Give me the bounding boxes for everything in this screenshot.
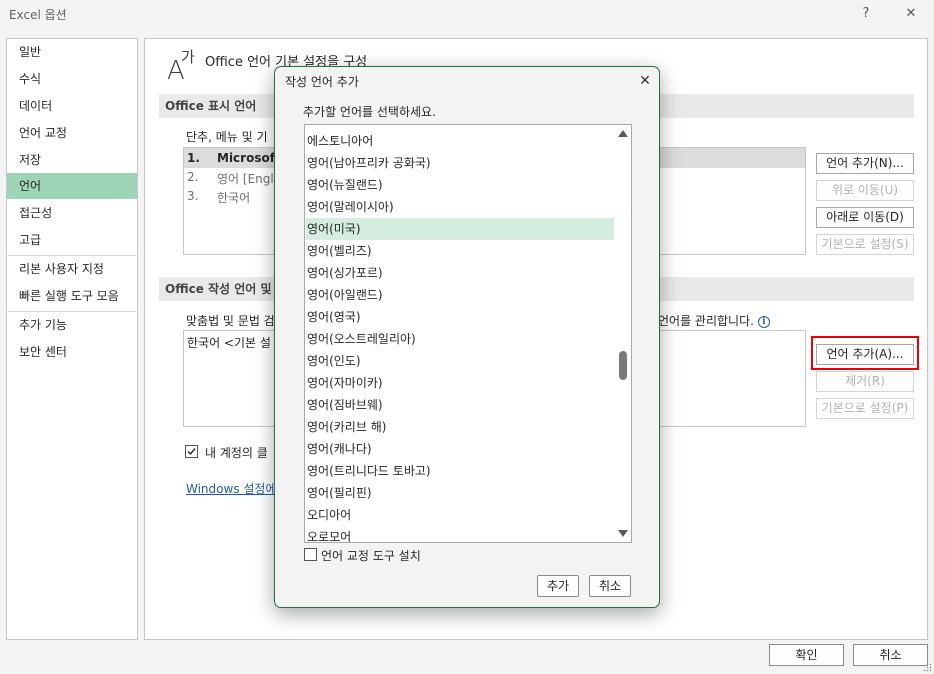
language-list-item[interactable]: 영어(미국) bbox=[306, 218, 614, 240]
sidebar: 일반 수식 데이터 언어 교정 저장 언어 접근성 고급 리본 사용자 지정 빠… bbox=[6, 38, 138, 640]
list-item-number: 2. bbox=[187, 170, 199, 184]
language-list-item[interactable]: 오로모어 bbox=[306, 526, 614, 542]
remove-language-button[interactable]: 제거(R) bbox=[816, 371, 914, 392]
list-item[interactable]: 한국어 <기본 설 bbox=[187, 334, 271, 351]
list-item[interactable]: Microsoft bbox=[217, 151, 281, 165]
language-list-item[interactable]: 영어(필리핀) bbox=[306, 482, 614, 504]
language-list-item[interactable]: 영어(짐바브웨) bbox=[306, 394, 614, 416]
svg-text:가: 가 bbox=[181, 48, 195, 66]
sidebar-item-accessibility[interactable]: 접근성 bbox=[7, 200, 137, 226]
cancel-button[interactable]: 취소 bbox=[853, 644, 928, 666]
list-item[interactable]: 한국어 bbox=[217, 189, 250, 206]
authoring-caption-right: 언어를 관리합니다. i bbox=[658, 312, 770, 329]
language-list-item[interactable]: 영어(싱가포르) bbox=[306, 262, 614, 284]
account-sync-checkbox[interactable] bbox=[185, 445, 198, 458]
window-close-icon[interactable]: ✕ bbox=[897, 3, 925, 25]
account-sync-label: 내 계정의 클 bbox=[205, 446, 268, 460]
dialog-title: 작성 언어 추가 bbox=[285, 75, 359, 89]
install-proofing-checkbox[interactable] bbox=[304, 548, 317, 561]
language-list-item[interactable]: 영어(아일랜드) bbox=[306, 284, 614, 306]
dialog-cancel-button[interactable]: 취소 bbox=[589, 575, 631, 597]
install-proofing-label: 언어 교정 도구 설치 bbox=[321, 549, 421, 563]
language-list-item[interactable]: 에스토니아어 bbox=[306, 130, 614, 152]
language-list-item[interactable]: 영어(뉴질랜드) bbox=[306, 174, 614, 196]
language-list[interactable]: 에스토니아어 영어(남아프리카 공화국) 영어(뉴질랜드) 영어(말레이시아) 영어(미… bbox=[304, 124, 632, 543]
info-icon[interactable]: i bbox=[757, 316, 770, 328]
sidebar-item-trust-center[interactable]: 보안 센터 bbox=[7, 339, 137, 365]
dialog-prompt: 추가할 언어를 선택하세요. bbox=[303, 105, 436, 119]
language-list-item[interactable]: 영어(오스트레일리아) bbox=[306, 328, 614, 350]
help-icon[interactable]: ? bbox=[852, 3, 880, 25]
language-list-item[interactable]: 영어(캐나다) bbox=[306, 438, 614, 460]
scroll-thumb[interactable] bbox=[619, 351, 627, 380]
language-glyph-icon: A 가 bbox=[167, 48, 195, 83]
add-display-language-button[interactable]: 언어 추가(N)... bbox=[816, 153, 914, 174]
sidebar-item-add-ins[interactable]: 추가 기능 bbox=[7, 312, 137, 338]
language-list-item[interactable]: 영어(벨리즈) bbox=[306, 240, 614, 262]
sidebar-item-quick-access-toolbar[interactable]: 빠른 실행 도구 모음 bbox=[7, 283, 137, 309]
language-list-item[interactable]: 영어(남아프리카 공화국) bbox=[306, 152, 614, 174]
language-list-item[interactable]: 영어(트리니다드 토바고) bbox=[306, 460, 614, 482]
authoring-caption-text: 언어를 관리합니다. bbox=[658, 314, 754, 328]
language-list-item[interactable]: 영어(자마이카) bbox=[306, 372, 614, 394]
sidebar-item-customize-ribbon[interactable]: 리본 사용자 지정 bbox=[7, 256, 137, 282]
list-item[interactable]: 영어 [Engli bbox=[217, 170, 277, 187]
language-list-item[interactable]: 오디아어 bbox=[306, 504, 614, 526]
list-item-number: 1. bbox=[187, 151, 200, 165]
dialog-close-icon[interactable]: ✕ bbox=[633, 69, 657, 93]
windows-settings-link[interactable]: Windows 설정에 bbox=[186, 480, 277, 497]
title-bar: Excel 옵션 ? ✕ bbox=[0, 0, 934, 30]
sidebar-item-data[interactable]: 데이터 bbox=[7, 93, 137, 119]
add-language-dialog: 작성 언어 추가 ✕ 추가할 언어를 선택하세요. 에스토니아어 영어(남아프리카… bbox=[274, 66, 660, 608]
scroll-up-icon[interactable] bbox=[618, 130, 628, 137]
check-icon bbox=[187, 448, 196, 456]
set-default-authoring-button[interactable]: 기본으로 설정(P) bbox=[816, 398, 914, 419]
scroll-down-icon[interactable] bbox=[618, 530, 628, 537]
sidebar-item-save[interactable]: 저장 bbox=[7, 147, 137, 173]
vertical-scrollbar[interactable] bbox=[614, 125, 631, 542]
sidebar-item-language[interactable]: 언어 bbox=[7, 173, 137, 199]
sidebar-item-general[interactable]: 일반 bbox=[7, 39, 137, 65]
sidebar-item-advanced[interactable]: 고급 bbox=[7, 227, 137, 253]
language-list-item[interactable]: 영어(영국) bbox=[306, 306, 614, 328]
dialog-add-button[interactable]: 추가 bbox=[537, 575, 579, 597]
language-list-item[interactable]: 영어(카리브 해) bbox=[306, 416, 614, 438]
authoring-caption: 맞춤법 및 문법 검 bbox=[186, 314, 275, 328]
ok-button[interactable]: 확인 bbox=[769, 644, 844, 666]
display-language-caption: 단추, 메뉴 및 기 bbox=[186, 130, 268, 144]
window-title: Excel 옵션 bbox=[9, 8, 67, 22]
list-item-number: 3. bbox=[187, 189, 199, 203]
sidebar-item-proofing[interactable]: 언어 교정 bbox=[7, 120, 137, 146]
language-list-item[interactable]: 영어(인도) bbox=[306, 350, 614, 372]
set-default-display-button[interactable]: 기본으로 설정(S) bbox=[816, 234, 914, 255]
move-up-button[interactable]: 위로 이동(U) bbox=[816, 180, 914, 201]
resize-grip-icon[interactable] bbox=[923, 663, 932, 672]
sidebar-item-formulas[interactable]: 수식 bbox=[7, 66, 137, 92]
add-authoring-language-button[interactable]: 언어 추가(A)... bbox=[816, 344, 914, 365]
language-list-item[interactable]: 영어(말레이시아) bbox=[306, 196, 614, 218]
move-down-button[interactable]: 아래로 이동(D) bbox=[816, 207, 914, 228]
